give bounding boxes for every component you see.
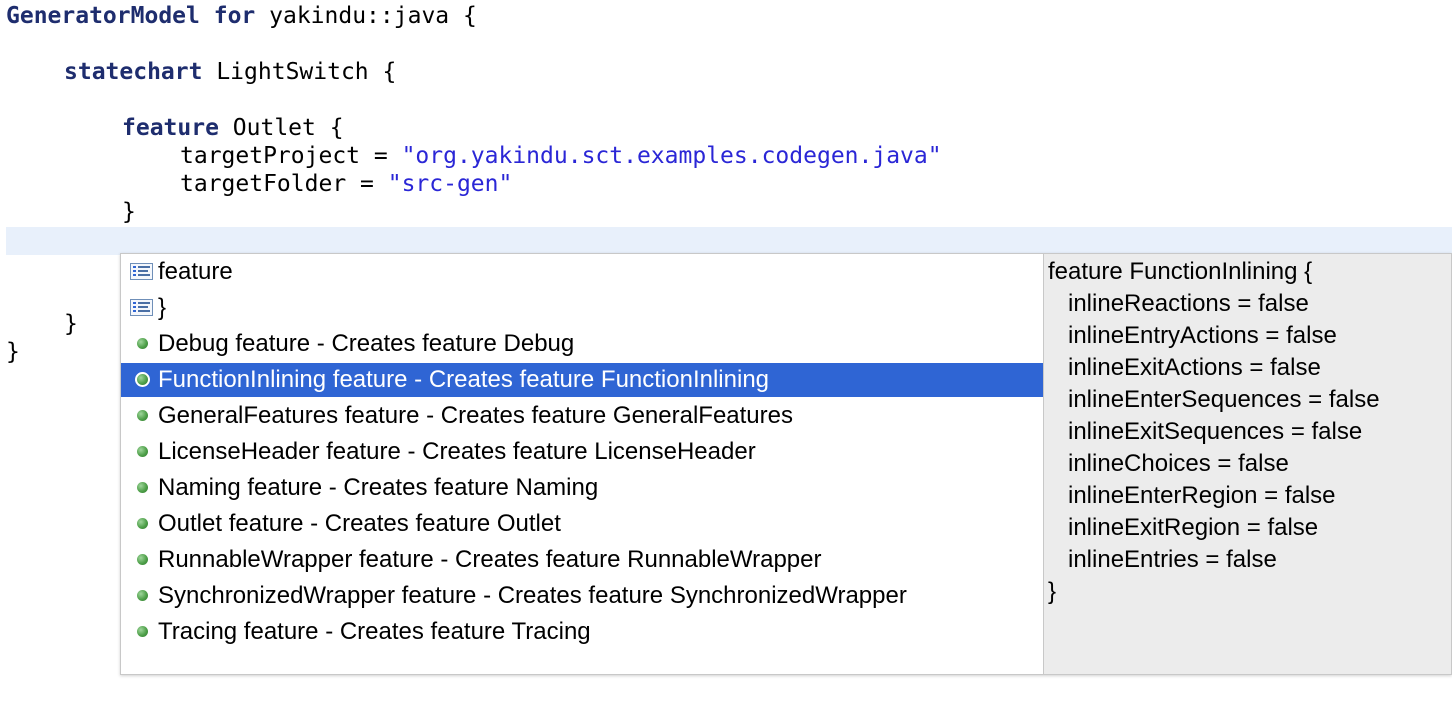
- proposal-item[interactable]: }: [121, 291, 1043, 325]
- code-line-7: }: [64, 310, 78, 338]
- proposal-label: Debug feature - Creates feature Debug: [158, 330, 575, 357]
- code-line-8: }: [6, 338, 20, 366]
- proposal-item[interactable]: Debug feature - Creates feature Debug: [121, 327, 1043, 361]
- proposal-list[interactable]: feature } Debug feature - Creates featur…: [121, 254, 1043, 674]
- code-text: Outlet {: [218, 115, 344, 141]
- content-assist-popup[interactable]: feature } Debug feature - Creates featur…: [120, 253, 1452, 675]
- template-icon: [137, 554, 148, 565]
- template-icon: [135, 372, 150, 387]
- proposal-item[interactable]: feature: [121, 255, 1043, 289]
- code-text: yakindu::java {: [255, 3, 477, 29]
- code-line-4: targetProject = "org.yakindu.sct.example…: [180, 142, 942, 170]
- template-icon: [137, 518, 148, 529]
- proposal-preview-panel: feature FunctionInlining { inlineReactio…: [1043, 254, 1451, 674]
- proposal-label: LicenseHeader feature - Creates feature …: [158, 438, 756, 465]
- template-icon: [137, 338, 148, 349]
- code-text: targetFolder =: [180, 171, 388, 197]
- proposal-item[interactable]: RunnableWrapper feature - Creates featur…: [121, 543, 1043, 577]
- closing-brace: }: [64, 311, 78, 337]
- preview-line: inlineChoices = false: [1048, 450, 1289, 477]
- template-icon: [137, 590, 148, 601]
- proposal-item[interactable]: LicenseHeader feature - Creates feature …: [121, 435, 1043, 469]
- proposal-item[interactable]: Outlet feature - Creates feature Outlet: [121, 507, 1043, 541]
- proposal-item-selected[interactable]: FunctionInlining feature - Creates featu…: [121, 363, 1043, 397]
- proposal-label: SynchronizedWrapper feature - Creates fe…: [158, 582, 907, 609]
- closing-brace: }: [6, 339, 20, 365]
- preview-line: inlineReactions = false: [1048, 290, 1309, 317]
- keyword-feature: feature: [122, 115, 219, 141]
- proposal-label: RunnableWrapper feature - Creates featur…: [158, 546, 822, 573]
- string-literal: "org.yakindu.sct.examples.codegen.java": [401, 143, 942, 169]
- proposal-item[interactable]: SynchronizedWrapper feature - Creates fe…: [121, 579, 1043, 613]
- proposal-label: GeneralFeatures feature - Creates featur…: [158, 402, 793, 429]
- template-icon: [137, 446, 148, 457]
- code-line-5: targetFolder = "src-gen": [180, 170, 512, 198]
- keyword-icon: [130, 263, 153, 280]
- preview-line: }: [1048, 578, 1057, 605]
- keyword-for: for: [213, 3, 256, 29]
- preview-line: inlineExitActions = false: [1048, 354, 1321, 381]
- proposal-label: feature: [158, 258, 233, 285]
- closing-brace: }: [122, 199, 136, 225]
- code-line-1: GeneratorModel for yakindu::java {: [6, 2, 477, 30]
- template-icon: [137, 410, 148, 421]
- preview-line: inlineEntries = false: [1048, 546, 1277, 573]
- code-text: targetProject =: [180, 143, 402, 169]
- preview-line: inlineEnterRegion = false: [1048, 482, 1336, 509]
- string-literal: "src-gen": [387, 171, 513, 197]
- proposal-label: Outlet feature - Creates feature Outlet: [158, 510, 561, 537]
- code-line-3: feature Outlet {: [122, 114, 344, 142]
- code-line-6: }: [122, 198, 136, 226]
- current-line-highlight: [6, 227, 1452, 255]
- code-text: LightSwitch {: [202, 59, 397, 85]
- proposal-label: Naming feature - Creates feature Naming: [158, 474, 599, 501]
- template-icon: [137, 482, 148, 493]
- keyword-statechart: statechart: [64, 59, 203, 85]
- preview-line: inlineExitRegion = false: [1048, 514, 1319, 541]
- preview-line: inlineEntryActions = false: [1048, 322, 1337, 349]
- code-line-2: statechart LightSwitch {: [64, 58, 396, 86]
- template-icon: [137, 626, 148, 637]
- proposal-item[interactable]: Tracing feature - Creates feature Tracin…: [121, 615, 1043, 649]
- preview-line: inlineEnterSequences = false: [1048, 386, 1380, 413]
- keyword-icon: [130, 299, 153, 316]
- proposal-item[interactable]: Naming feature - Creates feature Naming: [121, 471, 1043, 505]
- proposal-label: }: [158, 294, 167, 321]
- preview-line: inlineExitSequences = false: [1048, 418, 1363, 445]
- proposal-label: FunctionInlining feature - Creates featu…: [158, 366, 770, 393]
- proposal-item[interactable]: GeneralFeatures feature - Creates featur…: [121, 399, 1043, 433]
- preview-line: feature FunctionInlining {: [1048, 258, 1313, 285]
- keyword-generatormodel: GeneratorModel: [6, 3, 200, 29]
- proposal-label: Tracing feature - Creates feature Tracin…: [158, 618, 591, 645]
